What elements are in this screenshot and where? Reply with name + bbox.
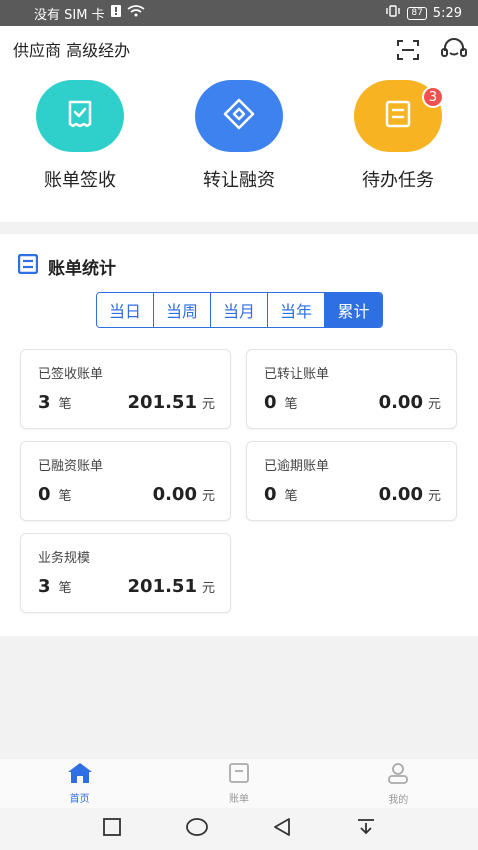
home-circle-icon[interactable] (185, 817, 209, 841)
user-role: 供应商 高级经办 (13, 41, 131, 60)
tab-week[interactable]: 当周 (154, 293, 211, 327)
quick-action-circle: 3 (354, 80, 444, 152)
stat-card-business-scale[interactable]: 业务规模 3笔 201.51 元 (20, 533, 231, 613)
tabbar-mine[interactable]: 我的 (319, 759, 478, 808)
tabbar-home[interactable]: 首页 (0, 759, 159, 808)
card-amount-value: 0.00 (152, 484, 197, 505)
card-count: 0笔 (38, 484, 72, 505)
carrier-text: 没有 SIM 卡 (34, 7, 105, 23)
back-icon[interactable] (272, 817, 292, 841)
sim-alert-icon (110, 5, 121, 21)
card-count-unit: 笔 (58, 581, 72, 596)
notification-pull-icon[interactable] (355, 817, 377, 841)
card-amount-value: 201.51 (127, 576, 197, 597)
section-title-text: 账单统计 (48, 259, 116, 279)
card-count-value: 0 (38, 484, 51, 505)
card-amount: 201.51 元 (128, 392, 215, 413)
tabbar-bill-label: 账单 (228, 794, 249, 805)
receipt-icon (64, 98, 96, 134)
quick-action-circle (36, 80, 124, 152)
card-label: 已融资账单 (38, 459, 104, 474)
quick-action-transfer-financing[interactable]: 转让融资 (169, 80, 309, 192)
bill-icon (228, 762, 250, 787)
header-section: 供应商 高级经办 账单签收 转让融资 3 待办任务 (0, 26, 478, 222)
card-amount-unit: 元 (201, 581, 215, 596)
tabbar-mine-label: 我的 (388, 795, 409, 806)
card-label: 业务规模 (38, 551, 91, 566)
diamond-icon (222, 97, 256, 135)
card-count: 0笔 (264, 484, 298, 505)
tab-today[interactable]: 当日 (97, 293, 154, 327)
quick-action-pending-tasks[interactable]: 3 待办任务 (328, 80, 468, 192)
status-bar: 没有 SIM 卡 87 5:29 (0, 0, 478, 26)
clock-text: 5:29 (432, 5, 462, 21)
home-icon (67, 762, 93, 787)
card-amount-unit: 元 (427, 397, 441, 412)
task-count-badge: 3 (422, 86, 444, 108)
card-count-unit: 笔 (284, 397, 298, 412)
headset-service-icon[interactable] (440, 36, 468, 64)
card-count: 0笔 (264, 392, 298, 413)
card-count-value: 3 (38, 576, 51, 597)
card-amount: 0.00 元 (379, 484, 441, 505)
scan-icon[interactable] (394, 36, 422, 64)
quick-action-label: 转让融资 (203, 170, 275, 191)
card-count-unit: 笔 (284, 489, 298, 504)
section-title: 账单统计 (17, 253, 116, 279)
stat-card-transferred[interactable]: 已转让账单 0笔 0.00 元 (246, 349, 457, 429)
card-count-unit: 笔 (58, 489, 72, 504)
card-count-value: 3 (38, 392, 51, 413)
card-amount-value: 0.00 (378, 484, 423, 505)
card-count: 3笔 (38, 392, 72, 413)
card-count-unit: 笔 (58, 397, 72, 412)
card-amount: 0.00 元 (379, 392, 441, 413)
vibrate-icon (385, 5, 401, 21)
card-label: 已逾期账单 (264, 459, 330, 474)
card-amount-value: 201.51 (127, 392, 197, 413)
stat-card-financed[interactable]: 已融资账单 0笔 0.00 元 (20, 441, 231, 521)
system-nav-bar (0, 808, 478, 850)
card-count-value: 0 (264, 392, 277, 413)
card-count-value: 0 (264, 484, 277, 505)
battery-indicator: 87 (407, 6, 427, 20)
tab-month[interactable]: 当月 (211, 293, 268, 327)
tab-cumulative[interactable]: 累计 (325, 293, 382, 327)
bill-stats-section: 账单统计 当日 当周 当月 当年 累计 已签收账单 3笔 201.51 元 已转让… (0, 234, 478, 636)
wifi-icon (127, 5, 145, 21)
card-amount-value: 0.00 (378, 392, 423, 413)
card-amount: 0.00 元 (153, 484, 215, 505)
stat-card-signed[interactable]: 已签收账单 3笔 201.51 元 (20, 349, 231, 429)
list-icon (17, 253, 39, 279)
tabbar-home-label: 首页 (69, 794, 90, 805)
card-amount-unit: 元 (427, 489, 441, 504)
quick-action-circle (195, 80, 283, 152)
card-amount-unit: 元 (201, 489, 215, 504)
bottom-tab-bar: 首页 账单 我的 (0, 758, 478, 808)
card-label: 已签收账单 (38, 367, 104, 382)
card-amount-unit: 元 (201, 397, 215, 412)
tab-year[interactable]: 当年 (268, 293, 325, 327)
card-count: 3笔 (38, 576, 72, 597)
quick-action-label: 待办任务 (362, 170, 434, 191)
user-icon (386, 761, 410, 788)
stat-card-overdue[interactable]: 已逾期账单 0笔 0.00 元 (246, 441, 457, 521)
task-icon (383, 99, 413, 133)
quick-action-bill-receipt[interactable]: 账单签收 (10, 80, 150, 192)
recents-icon[interactable] (102, 817, 122, 841)
tabbar-bill[interactable]: 账单 (159, 759, 318, 808)
card-label: 已转让账单 (264, 367, 330, 382)
quick-action-label: 账单签收 (44, 170, 116, 191)
card-amount: 201.51 元 (128, 576, 215, 597)
period-tabs: 当日 当周 当月 当年 累计 (96, 292, 383, 328)
